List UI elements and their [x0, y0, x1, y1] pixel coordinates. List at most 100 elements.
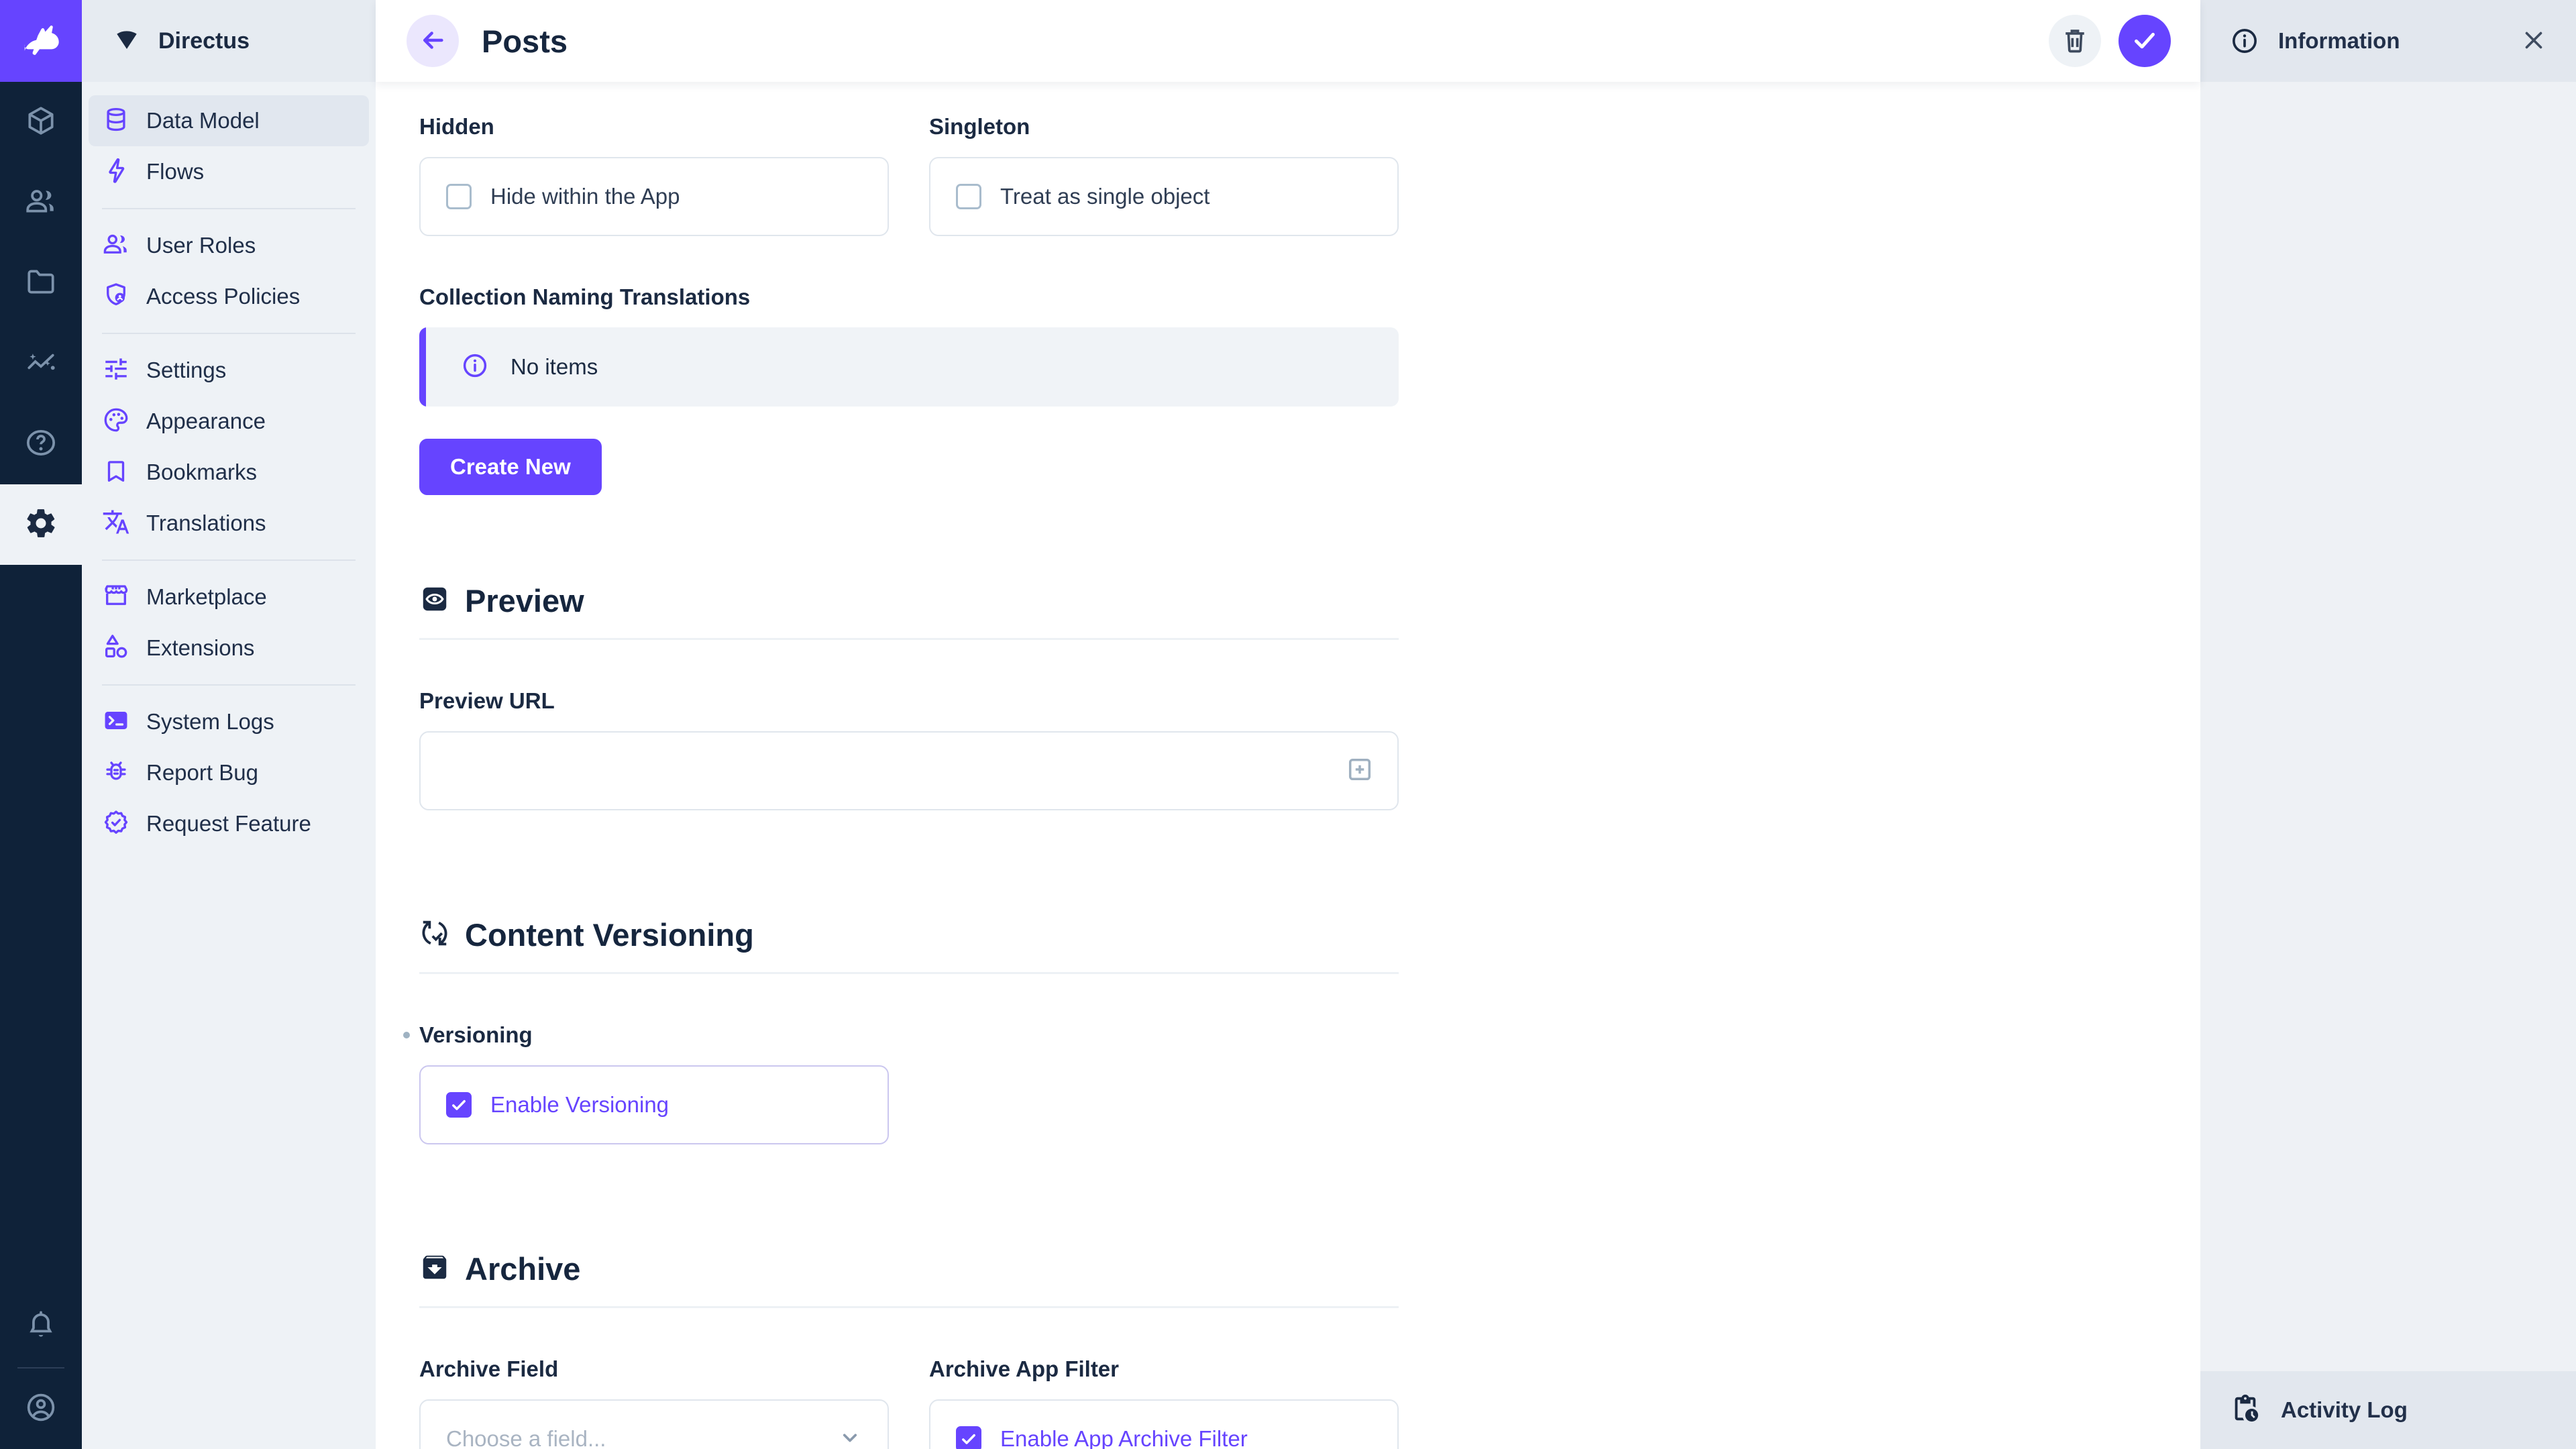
help-icon [24, 426, 58, 463]
save-button[interactable] [2118, 15, 2171, 67]
singleton-checkbox-field[interactable]: Treat as single object [929, 157, 1399, 236]
sidebar-item-label: User Roles [146, 233, 256, 258]
section-title: Content Versioning [465, 916, 754, 953]
category-icon [102, 633, 130, 664]
sidebar-item-extensions[interactable]: Extensions [89, 623, 369, 674]
singleton-checkbox[interactable] [956, 184, 981, 209]
nav-list: Data Model Flows User Roles Access Pol [82, 82, 376, 863]
translate-icon [102, 508, 130, 539]
versioning-field-label: Versioning [419, 1022, 533, 1048]
rabbit-logo-icon [13, 12, 68, 70]
sidebar-item-settings[interactable]: Settings [89, 345, 369, 396]
back-button[interactable] [407, 15, 459, 67]
main-area: Posts Hidden Hide within t [376, 0, 2200, 1449]
sidebar-item-request-feature[interactable]: Request Feature [89, 798, 369, 849]
nav-divider [102, 684, 356, 686]
sidebar-item-label: Marketplace [146, 584, 267, 610]
nav-divider [102, 559, 356, 561]
sidebar-item-system-logs[interactable]: System Logs [89, 696, 369, 747]
archive-app-filter-checkbox[interactable] [956, 1426, 981, 1449]
module-insights[interactable] [0, 323, 82, 404]
close-sidebar-button[interactable] [2520, 26, 2548, 56]
delete-collection-button[interactable] [2049, 15, 2101, 67]
tune-icon [102, 355, 130, 386]
preview-eye-icon [419, 584, 450, 618]
no-items-text: No items [511, 354, 598, 380]
palette-icon [102, 406, 130, 437]
section-divider [419, 972, 1399, 974]
page-title: Posts [482, 23, 568, 60]
naming-translations-label: Collection Naming Translations [419, 284, 2200, 310]
module-help[interactable] [0, 404, 82, 484]
content-versioning-section: Content Versioning Versioning Enable Ver… [419, 916, 2200, 1144]
archive-app-filter-label: Archive App Filter [929, 1356, 1399, 1382]
sidebar-item-label: Data Model [146, 108, 260, 133]
section-divider [419, 1306, 1399, 1308]
sidebar-item-label: Flows [146, 159, 204, 184]
check-icon [2129, 25, 2160, 58]
archive-field-placeholder: Choose a field... [446, 1426, 606, 1449]
sidebar-item-label: Extensions [146, 635, 254, 661]
sidebar-item-label: Access Policies [146, 284, 300, 309]
hidden-checkbox-label: Hide within the App [490, 184, 680, 209]
sidebar-item-bookmarks[interactable]: Bookmarks [89, 447, 369, 498]
sidebar-item-marketplace[interactable]: Marketplace [89, 572, 369, 623]
module-files[interactable] [0, 243, 82, 323]
sidebar-item-user-roles[interactable]: User Roles [89, 220, 369, 271]
sidebar-item-report-bug[interactable]: Report Bug [89, 747, 369, 798]
edited-indicator-dot [403, 1032, 410, 1038]
archive-field-select[interactable]: Choose a field... [419, 1399, 889, 1449]
feature-badge-icon [102, 808, 130, 840]
versioning-checkbox-field[interactable]: Enable Versioning [419, 1065, 889, 1144]
settings-form: Hidden Hide within the App Singleton Tre… [376, 82, 2200, 1449]
arrow-left-icon [417, 25, 448, 58]
right-sidebar: Information Activity Log [2200, 0, 2576, 1449]
hidden-field-label: Hidden [419, 114, 889, 140]
project-header[interactable]: Directus [82, 0, 376, 82]
module-bar-spacer [0, 565, 82, 1287]
module-users[interactable] [0, 162, 82, 243]
hidden-checkbox-field[interactable]: Hide within the App [419, 157, 889, 236]
preview-url-input[interactable] [419, 731, 1399, 810]
navigation-sidebar: Directus Data Model Flows User Rol [82, 0, 376, 1449]
published-changes-icon [419, 918, 450, 952]
user-avatar[interactable] [0, 1368, 82, 1449]
preview-url-label: Preview URL [419, 688, 2200, 714]
archive-app-filter-checkbox-label: Enable App Archive Filter [1000, 1426, 1248, 1449]
sidebar-item-label: Settings [146, 358, 226, 383]
information-panel-header[interactable]: Information [2200, 0, 2576, 82]
sidebar-item-data-model[interactable]: Data Model [89, 95, 369, 146]
section-title: Preview [465, 582, 584, 619]
sidebar-item-appearance[interactable]: Appearance [89, 396, 369, 447]
activity-log-section[interactable]: Activity Log [2200, 1371, 2576, 1449]
sidebar-item-label: Appearance [146, 409, 266, 434]
module-content[interactable] [0, 82, 82, 162]
close-icon [2520, 26, 2548, 56]
add-box-icon[interactable] [1345, 755, 1375, 788]
panel-title: Information [2278, 28, 2501, 54]
hidden-checkbox[interactable] [446, 184, 472, 209]
directus-app: Directus Data Model Flows User Rol [0, 0, 2576, 1449]
sidebar-item-translations[interactable]: Translations [89, 498, 369, 549]
storefront-icon [102, 582, 130, 613]
sidebar-item-flows[interactable]: Flows [89, 146, 369, 197]
module-bar [0, 0, 82, 1449]
bolt-icon [102, 156, 130, 188]
section-divider [419, 638, 1399, 640]
section-title: Archive [465, 1250, 580, 1287]
insights-icon [24, 345, 58, 382]
versioning-checkbox[interactable] [446, 1092, 472, 1118]
singleton-checkbox-label: Treat as single object [1000, 184, 1210, 209]
chevron-down-icon [835, 1423, 865, 1449]
clipboard-clock-icon [2230, 1393, 2261, 1428]
archive-app-filter-field[interactable]: Enable App Archive Filter [929, 1399, 1399, 1449]
notifications-button[interactable] [0, 1287, 82, 1367]
module-settings[interactable] [0, 484, 82, 565]
directus-logo[interactable] [0, 0, 82, 82]
sidebar-item-label: Report Bug [146, 760, 258, 786]
sidebar-item-label: System Logs [146, 709, 274, 735]
create-new-button[interactable]: Create New [419, 439, 602, 495]
folder-icon [24, 265, 58, 302]
sidebar-item-access-policies[interactable]: Access Policies [89, 271, 369, 322]
archive-section: Archive Archive Field Choose a field... [419, 1250, 2200, 1449]
